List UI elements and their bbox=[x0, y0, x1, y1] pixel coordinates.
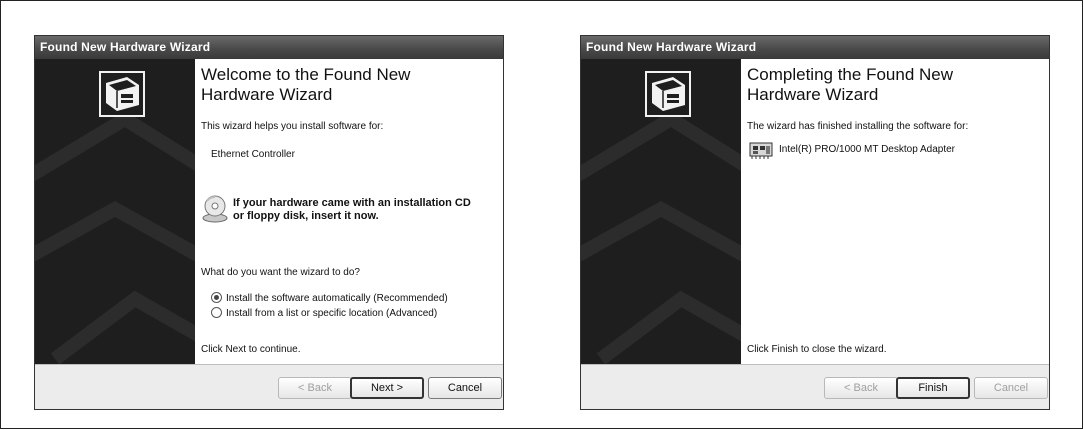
question-text: What do you want the wizard to do? bbox=[201, 267, 360, 278]
screenshot-frame: Found New Hardware Wizard Welcome to the… bbox=[0, 0, 1083, 429]
cancel-button[interactable]: Cancel bbox=[974, 377, 1048, 399]
radio-selected[interactable] bbox=[211, 292, 222, 303]
wizard-content: Completing the Found New Hardware Wizard… bbox=[745, 59, 1045, 364]
footer-text: Click Next to continue. bbox=[201, 344, 301, 355]
completion-wizard-window: Found New Hardware Wizard Completing the… bbox=[580, 35, 1050, 410]
network-adapter-icon bbox=[749, 142, 773, 159]
wizard-content: Welcome to the Found New Hardware Wizard… bbox=[199, 59, 499, 364]
welcome-wizard-window: Found New Hardware Wizard Welcome to the… bbox=[34, 35, 504, 410]
option-label: Install the software automatically (Reco… bbox=[226, 293, 448, 304]
wizard-body: Completing the Found New Hardware Wizard… bbox=[581, 59, 1049, 364]
next-button[interactable]: Next > bbox=[350, 377, 424, 399]
hardware-wizard-icon bbox=[99, 71, 145, 117]
footer-text: Click Finish to close the wizard. bbox=[747, 344, 887, 355]
option-install-from-list[interactable]: Install from a list or specific location… bbox=[211, 307, 437, 320]
hardware-wizard-icon bbox=[645, 71, 691, 117]
page-heading: Welcome to the Found New Hardware Wizard bbox=[201, 65, 411, 104]
device-name: Intel(R) PRO/1000 MT Desktop Adapter bbox=[779, 144, 956, 155]
window-title: Found New Hardware Wizard bbox=[581, 36, 1049, 59]
wizard-sidebar bbox=[35, 59, 195, 364]
button-bar: < Back Finish Cancel bbox=[581, 364, 1049, 409]
option-install-automatically[interactable]: Install the software automatically (Reco… bbox=[211, 292, 448, 305]
finish-button[interactable]: Finish bbox=[896, 377, 970, 399]
intro-text: This wizard helps you install software f… bbox=[201, 121, 384, 132]
cd-drive-icon bbox=[202, 195, 228, 223]
wizard-body: Welcome to the Found New Hardware Wizard… bbox=[35, 59, 503, 364]
cd-prompt-line2: or floppy disk, insert it now. bbox=[233, 210, 379, 222]
cd-prompt-line1: If your hardware came with an installati… bbox=[233, 197, 471, 209]
radio-unselected[interactable] bbox=[211, 307, 222, 318]
back-button[interactable]: < Back bbox=[824, 377, 898, 399]
back-button[interactable]: < Back bbox=[278, 377, 352, 399]
page-heading: Completing the Found New Hardware Wizard bbox=[747, 65, 954, 104]
option-label: Install from a list or specific location… bbox=[226, 308, 438, 319]
intro-text: The wizard has finished installing the s… bbox=[747, 121, 969, 132]
button-bar: < Back Next > Cancel bbox=[35, 364, 503, 409]
cancel-button[interactable]: Cancel bbox=[428, 377, 502, 399]
device-name: Ethernet Controller bbox=[211, 149, 295, 160]
window-title: Found New Hardware Wizard bbox=[35, 36, 503, 59]
wizard-sidebar bbox=[581, 59, 741, 364]
